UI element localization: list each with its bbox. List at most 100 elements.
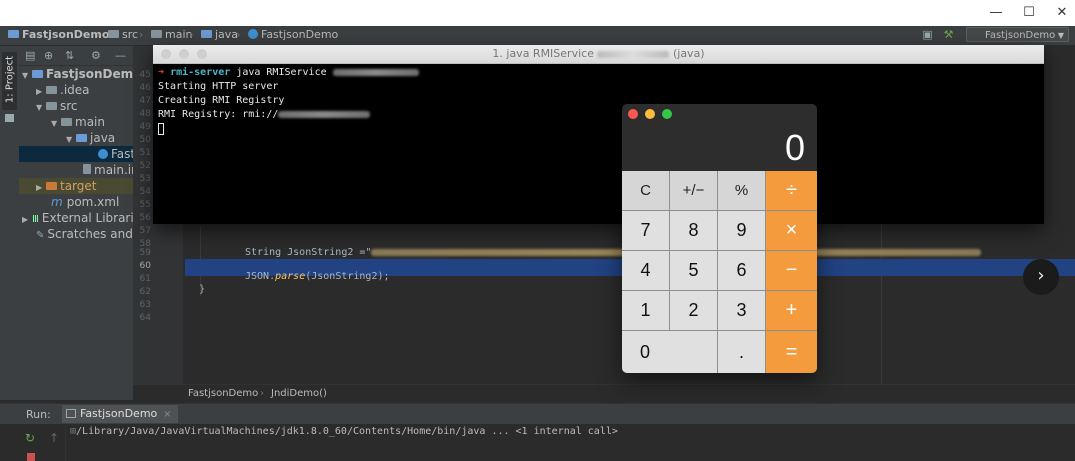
redacted-text	[332, 68, 419, 76]
project-panel: ▤ ⊕ ⇅ ⚙ — ▼ FastjsonDemo ▶ .idea ▼ src ▼ mai…	[19, 46, 133, 400]
key-5[interactable]: 5	[670, 251, 718, 291]
key-4[interactable]: 4	[622, 251, 670, 291]
redacted-text	[278, 110, 371, 118]
tree-item-fastjson-class[interactable]: Fast	[19, 146, 133, 162]
tree-item-scratches[interactable]: ✎Scratches and C	[19, 226, 133, 242]
close-window-button[interactable]: ✕	[1052, 4, 1072, 22]
key-equals[interactable]: =	[766, 331, 817, 373]
tree-item-label: java	[90, 131, 116, 145]
rerun-icon[interactable]: ↻	[25, 431, 35, 445]
next-arrow-button[interactable]: ›	[1023, 259, 1059, 295]
target-icon[interactable]: ⊕	[44, 49, 53, 62]
library-icon: Ⅲ	[32, 214, 39, 225]
tree-item-pom[interactable]: m pom.xml	[19, 194, 133, 210]
breadcrumb-main[interactable]: main	[151, 28, 192, 41]
tree-item-idea[interactable]: ▶ .idea	[19, 82, 133, 98]
key-decimal[interactable]: .	[718, 331, 766, 373]
line-number: 47	[139, 96, 151, 106]
tree-item-java[interactable]: ▼ java	[19, 130, 133, 146]
breadcrumb-src[interactable]: src	[108, 28, 138, 41]
key-9[interactable]: 9	[718, 211, 766, 251]
tree-item-label: External Librarie	[41, 211, 133, 225]
collapse-icon[interactable]: ⇅	[65, 49, 74, 62]
tree-item-src[interactable]: ▼ src	[19, 98, 133, 114]
terminal-window[interactable]: 1. java RMIService (java) ➜ rmi-server j…	[153, 45, 1044, 224]
calculator-close-button[interactable]	[628, 109, 638, 119]
breadcrumb-label: FastjsonDemo	[261, 28, 339, 41]
panel-layout-icon[interactable]: ▤	[25, 49, 35, 62]
breadcrumb-separator-icon: ›	[139, 28, 144, 41]
key-clear[interactable]: C	[622, 171, 670, 211]
tree-item-main[interactable]: ▼ main	[19, 114, 133, 130]
hammer-icon[interactable]: ⚒	[942, 29, 955, 41]
build-icon[interactable]: ▣	[921, 29, 934, 41]
key-2[interactable]: 2	[670, 291, 718, 331]
terminal-title-text: 1. java RMIService	[492, 47, 594, 60]
key-sign[interactable]: +/−	[670, 171, 718, 211]
code-text: String JsonString2 ="	[245, 247, 372, 258]
line-number: 51	[139, 148, 151, 158]
chevron-down-icon: ▼	[1057, 31, 1064, 40]
calculator-minimize-button[interactable]	[645, 109, 655, 119]
project-tool-tab[interactable]: 1: Project	[2, 52, 17, 110]
key-0[interactable]: 0	[622, 331, 718, 373]
key-add[interactable]: +	[766, 291, 817, 331]
code-method: parse	[275, 271, 306, 282]
run-label: Run:	[26, 408, 51, 421]
line-number: 53	[139, 174, 151, 184]
line-number: 50	[139, 135, 151, 145]
tree-item-target[interactable]: ▶ target	[19, 178, 133, 194]
minimize-button[interactable]: —	[986, 4, 1006, 22]
key-1[interactable]: 1	[622, 291, 670, 331]
tree-item-label: Scratches and C	[47, 227, 133, 241]
line-number: 54	[139, 187, 151, 197]
left-tool-stripe: 1: Project	[0, 46, 20, 400]
tree-item-main-in[interactable]: main.in	[19, 162, 133, 178]
breadcrumb-java[interactable]: java	[201, 28, 238, 41]
key-7[interactable]: 7	[622, 211, 670, 251]
calculator-window[interactable]: 0 C +/− % ÷ 7 8 9 × 4 5 6 − 1 2 3 + 0 . …	[622, 104, 817, 373]
key-8[interactable]: 8	[670, 211, 718, 251]
folder-icon	[61, 118, 72, 126]
hide-panel-icon[interactable]: —	[115, 49, 126, 62]
tree-item-project-root[interactable]: ▼ FastjsonDemo	[19, 66, 133, 82]
arrow-up-icon[interactable]: ↑	[49, 431, 59, 445]
code-text: JSON.	[245, 271, 276, 282]
line-number: 45	[139, 70, 151, 80]
calculator-title-bar	[622, 104, 817, 124]
code-line-62: }	[199, 284, 206, 295]
key-percent[interactable]: %	[718, 171, 766, 211]
tree-item-label: src	[60, 99, 78, 113]
breadcrumb-separator-icon: ›	[96, 28, 101, 41]
editor-breadcrumb-class[interactable]: FastjsonDemo	[188, 388, 258, 399]
line-number: 64	[139, 313, 151, 323]
breadcrumb-label: src	[122, 28, 139, 41]
line-number: 62	[139, 287, 151, 297]
folder-icon	[151, 30, 162, 38]
line-number: 49	[139, 122, 151, 132]
run-configuration-select[interactable]: FastjsonDemo ▼	[966, 27, 1069, 42]
console-line: /Library/Java/JavaVirtualMachines/jdk1.8…	[76, 426, 618, 437]
maximize-button[interactable]: ☐	[1019, 4, 1039, 22]
key-multiply[interactable]: ×	[766, 211, 817, 251]
close-icon[interactable]: ×	[163, 409, 171, 420]
code-line-59: String JsonString2 ="	[245, 247, 982, 258]
project-toolbar: ▤ ⊕ ⇅ ⚙ —	[19, 46, 133, 66]
key-3[interactable]: 3	[718, 291, 766, 331]
breadcrumb-project[interactable]: FastjsonDemo	[8, 28, 109, 41]
line-number: 56	[139, 213, 151, 223]
code-line-61: JSON.parse(JsonString2);	[245, 271, 390, 282]
editor-breadcrumb-method[interactable]: JndiDemo()	[271, 388, 327, 399]
tree-item-external-libraries[interactable]: ▶ Ⅲ External Librarie	[19, 210, 133, 226]
gear-icon[interactable]: ⚙	[91, 49, 101, 62]
project-tab-label: 1: Project	[4, 55, 16, 104]
breadcrumb-class[interactable]: FastjsonDemo	[248, 28, 338, 41]
key-divide[interactable]: ÷	[766, 171, 817, 211]
terminal-title-suffix: (java)	[672, 47, 705, 60]
key-subtract[interactable]: −	[766, 251, 817, 291]
tree-item-label: pom.xml	[66, 195, 120, 209]
run-tab-fastjsondemo[interactable]: FastjsonDemo ×	[62, 405, 178, 423]
run-config-label: FastjsonDemo	[985, 30, 1056, 41]
calculator-zoom-button[interactable]	[662, 109, 672, 119]
key-6[interactable]: 6	[718, 251, 766, 291]
